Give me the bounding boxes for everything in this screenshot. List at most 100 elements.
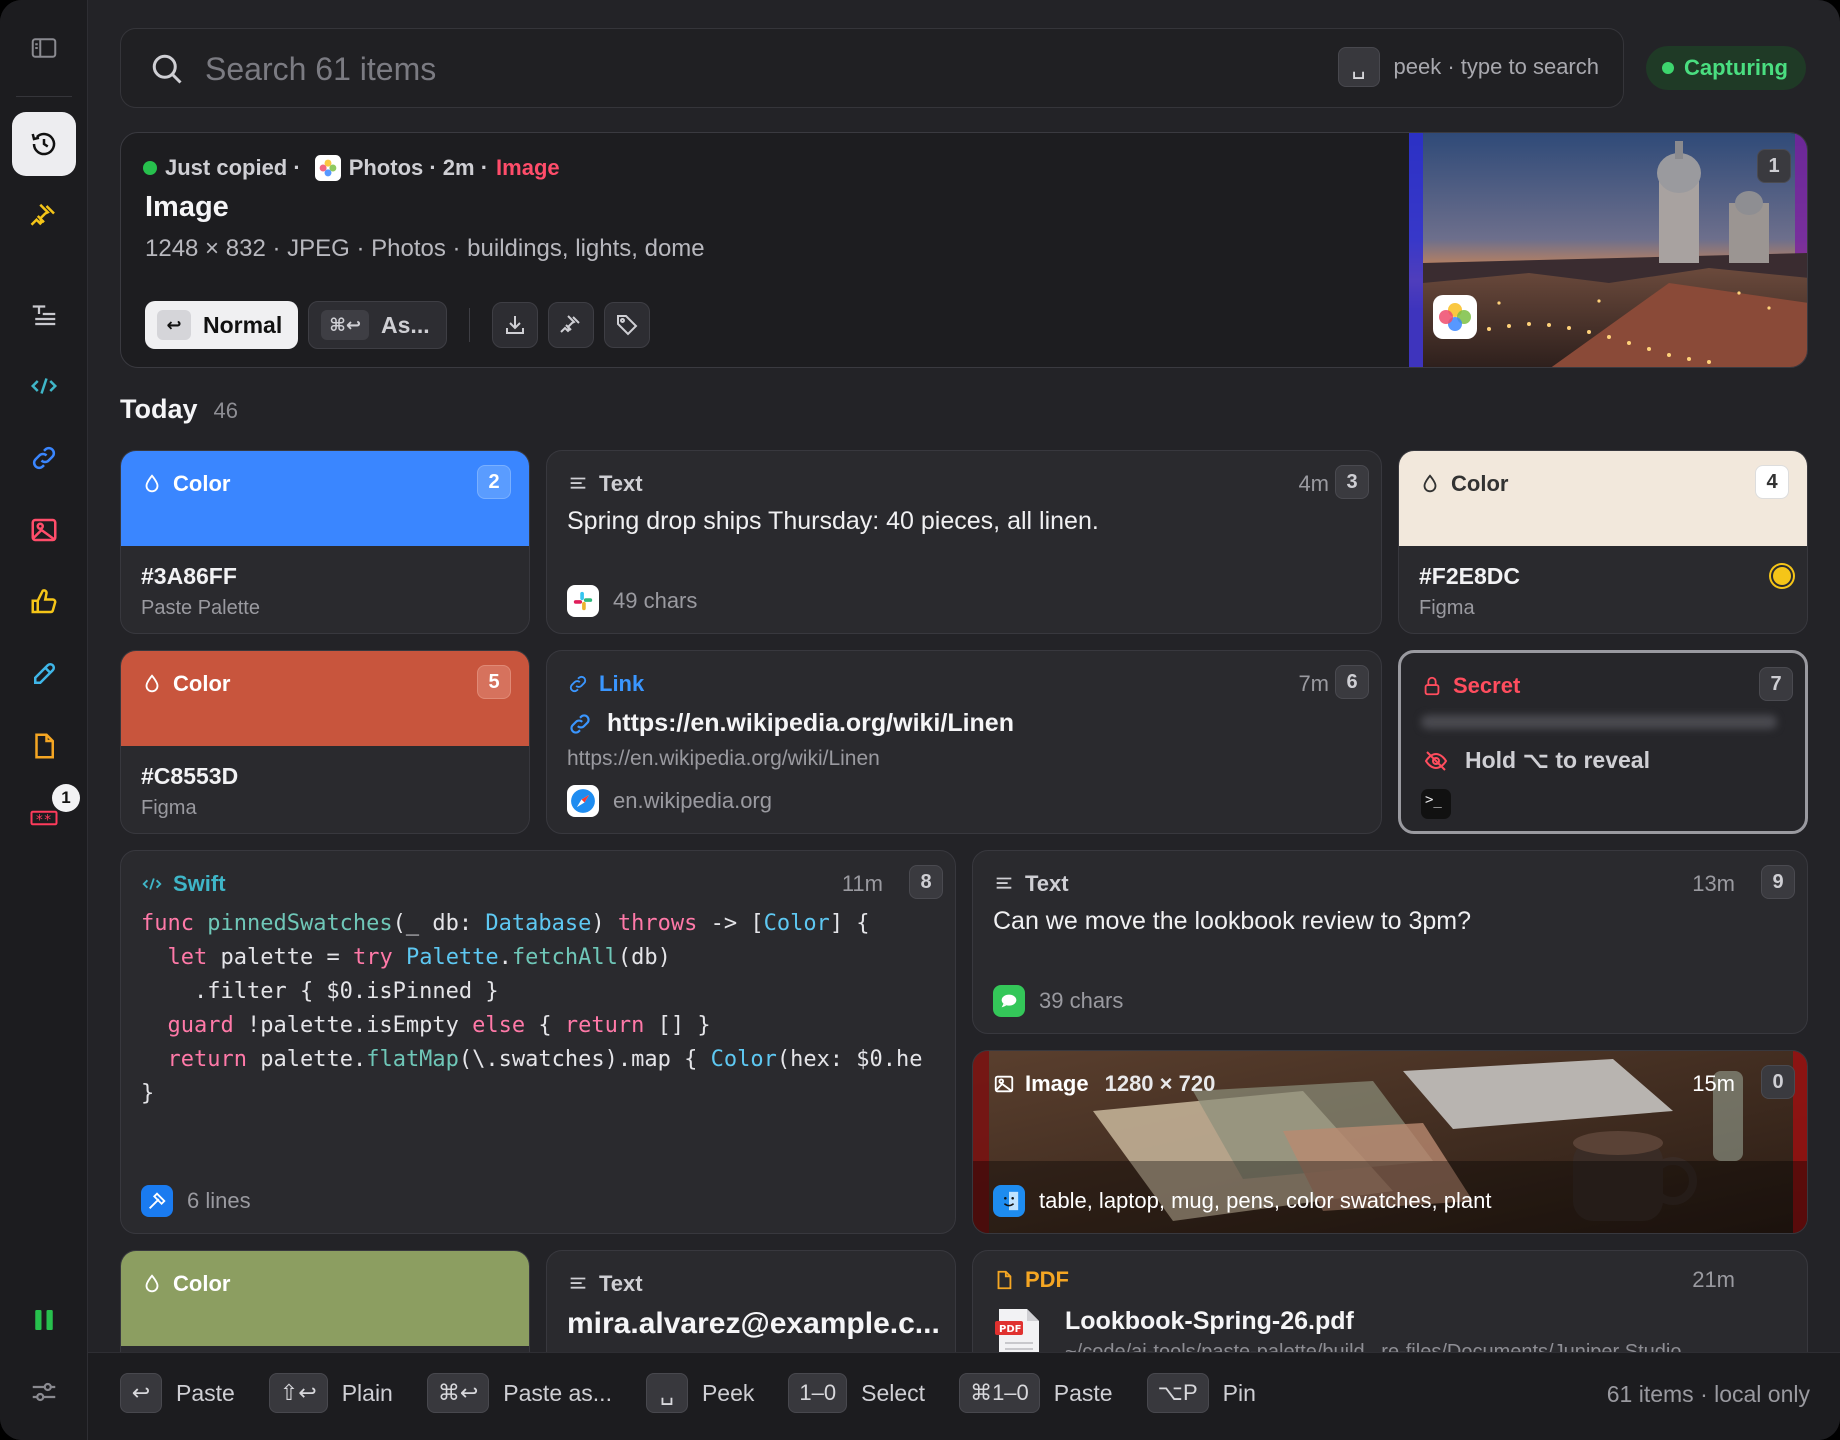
drop-icon: [145, 674, 159, 693]
hero-meta: Just copied · Photos · 2m · Image: [143, 155, 560, 181]
color-card[interactable]: Color 2 #3A86FF Paste Palette: [120, 450, 530, 634]
card-time: 4m: [1298, 471, 1329, 496]
pdf-title: Lookbook-Spring-26.pdf: [1065, 1307, 1354, 1335]
link-card[interactable]: Link 7m 6 https://en.wikipedia.org/wiki/…: [546, 650, 1382, 834]
hero-subtitle: 1248 × 832 · JPEG · Photos · buildings, …: [145, 235, 705, 262]
card-type-label: Link: [567, 671, 644, 697]
photos-app-icon: [314, 155, 341, 181]
card-type-label: Text: [567, 1271, 643, 1297]
text-icon: [32, 305, 56, 326]
card-time: 7m: [1298, 671, 1329, 696]
item-index-badge: 9: [1761, 865, 1795, 899]
sidebar: ** 1: [0, 0, 88, 1440]
paste-normal-button[interactable]: ↩ Normal: [145, 301, 299, 349]
file-icon: [35, 733, 54, 759]
card-type-label: PDF: [993, 1267, 1069, 1293]
save-button[interactable]: [491, 302, 538, 348]
sidebar-item-likes[interactable]: [12, 570, 76, 634]
card-footer: en.wikipedia.org: [567, 785, 772, 817]
code-card[interactable]: Swift 11m 8 func pinnedSwatches(_ db: Da…: [120, 850, 956, 1234]
sidebar-item-pinned[interactable]: [12, 184, 76, 248]
text-card[interactable]: Text 13m 9 Can we move the lookbook revi…: [972, 850, 1808, 1034]
paste-as-button[interactable]: ⌘↩ As...: [308, 301, 447, 349]
terminal-app-icon: >_: [1421, 789, 1451, 819]
search-input[interactable]: [205, 43, 1105, 95]
shortcut-key: 1–0: [788, 1373, 848, 1413]
sidebar-item-files[interactable]: [12, 714, 76, 778]
secret-card[interactable]: Secret 7 Hold ⌥ to reveal >_: [1398, 650, 1808, 834]
download-icon: [505, 316, 524, 334]
just-copied-item[interactable]: Just copied · Photos · 2m · Image Image …: [120, 132, 1808, 368]
shortcut-label: Paste as...: [503, 1379, 612, 1406]
pin-icon: [30, 203, 55, 226]
shortcut-key: ⌘1–0: [959, 1373, 1040, 1413]
hero-image-preview[interactable]: [1409, 133, 1807, 367]
capturing-label: Capturing: [1684, 55, 1788, 80]
finder-app-icon: [993, 1185, 1025, 1217]
paste-as-label: As...: [381, 311, 430, 338]
card-footer: table, laptop, mug, pens, color swatches…: [993, 1185, 1491, 1217]
sidebar-toggle-icon[interactable]: [12, 16, 76, 80]
space-key: ␣: [1337, 47, 1380, 87]
pin-button[interactable]: [547, 302, 594, 348]
color-hex: #3A86FF: [141, 563, 237, 589]
card-footer: 39 chars: [993, 985, 1123, 1017]
search-bar: ␣ peek · type to search: [120, 28, 1624, 108]
sidebar-item-links[interactable]: [12, 426, 76, 490]
tag-button[interactable]: [603, 302, 650, 348]
link-icon: [32, 446, 56, 470]
image-card[interactable]: Image 1280 × 720 15m 0 table, laptop, mu…: [972, 1050, 1808, 1234]
card-type-label: Color: [141, 671, 230, 697]
image-icon: [31, 518, 57, 542]
code-snippet: func pinnedSwatches(_ db: Database) thro…: [141, 911, 923, 1106]
hero-state: Just copied ·: [165, 155, 301, 180]
card-footer: 49 chars: [567, 585, 697, 617]
thumbs-up-icon: [31, 589, 57, 614]
item-index-badge: 6: [1335, 665, 1369, 699]
card-type-label: Color: [1419, 471, 1508, 497]
messages-app-icon: [993, 985, 1025, 1017]
text-card[interactable]: Text 4m 3 Spring drop ships Thursday: 40…: [546, 450, 1382, 634]
hero-actions: ↩ Normal ⌘↩ As...: [145, 301, 650, 349]
slack-app-icon: [567, 585, 599, 617]
color-source: Figma: [1419, 597, 1475, 619]
columns-icon[interactable]: [12, 1288, 76, 1352]
shortcut-hint: 1–0 Select: [788, 1373, 925, 1413]
item-index-badge: 3: [1335, 465, 1369, 499]
card-time: 11m: [841, 871, 883, 896]
drop-icon: [1423, 474, 1437, 493]
color-swatch: [1399, 451, 1807, 546]
shortcut-hints: ↩ Paste ⇧↩ Plain ⌘↩ Paste as... ␣ Peek 1–0 Select…: [120, 1373, 1278, 1413]
color-card[interactable]: Color 5 #C8553D Figma: [120, 650, 530, 834]
live-dot: [143, 161, 157, 175]
card-type-label: Text: [993, 871, 1069, 897]
city-dusk-photo: [1409, 133, 1807, 367]
color-swatch: [121, 1251, 529, 1346]
settings-sliders-icon[interactable]: [12, 1360, 76, 1424]
peek-hint-text: peek · type to search: [1393, 54, 1599, 79]
card-type-label: Text: [567, 471, 643, 497]
item-index-badge: 5: [477, 665, 511, 699]
drop-icon: [145, 474, 159, 493]
card-time: 21m: [1692, 1267, 1735, 1292]
shortcut-hint: ⇧↩ Plain: [268, 1373, 393, 1413]
shortcut-key: ␣: [645, 1373, 688, 1413]
sidebar-item-code[interactable]: [12, 354, 76, 418]
sidebar-item-history[interactable]: [12, 112, 76, 176]
shortcut-label: Peek: [701, 1379, 755, 1406]
color-card[interactable]: Color 4 #F2E8DC Figma: [1398, 450, 1808, 634]
shortcut-hint: ⌘1–0 Paste: [959, 1373, 1113, 1413]
sidebar-item-images[interactable]: [12, 498, 76, 562]
sidebar-item-text[interactable]: [12, 282, 76, 346]
eyedropper-icon: [34, 662, 56, 684]
color-swatch: [121, 651, 529, 746]
sidebar-item-colors[interactable]: [12, 642, 76, 706]
item-index-badge: 8: [909, 865, 943, 899]
secrets-count-badge: 1: [52, 784, 80, 812]
color-source: Figma: [141, 797, 197, 819]
text-content: Can we move the lookbook review to 3pm?: [993, 907, 1472, 935]
reveal-hint: Hold ⌥ to reveal: [1421, 747, 1650, 774]
capturing-status-toggle[interactable]: Capturing: [1646, 46, 1806, 90]
hero-source: Photos · 2m ·: [348, 155, 489, 180]
figma-dot-icon: [1771, 565, 1793, 587]
